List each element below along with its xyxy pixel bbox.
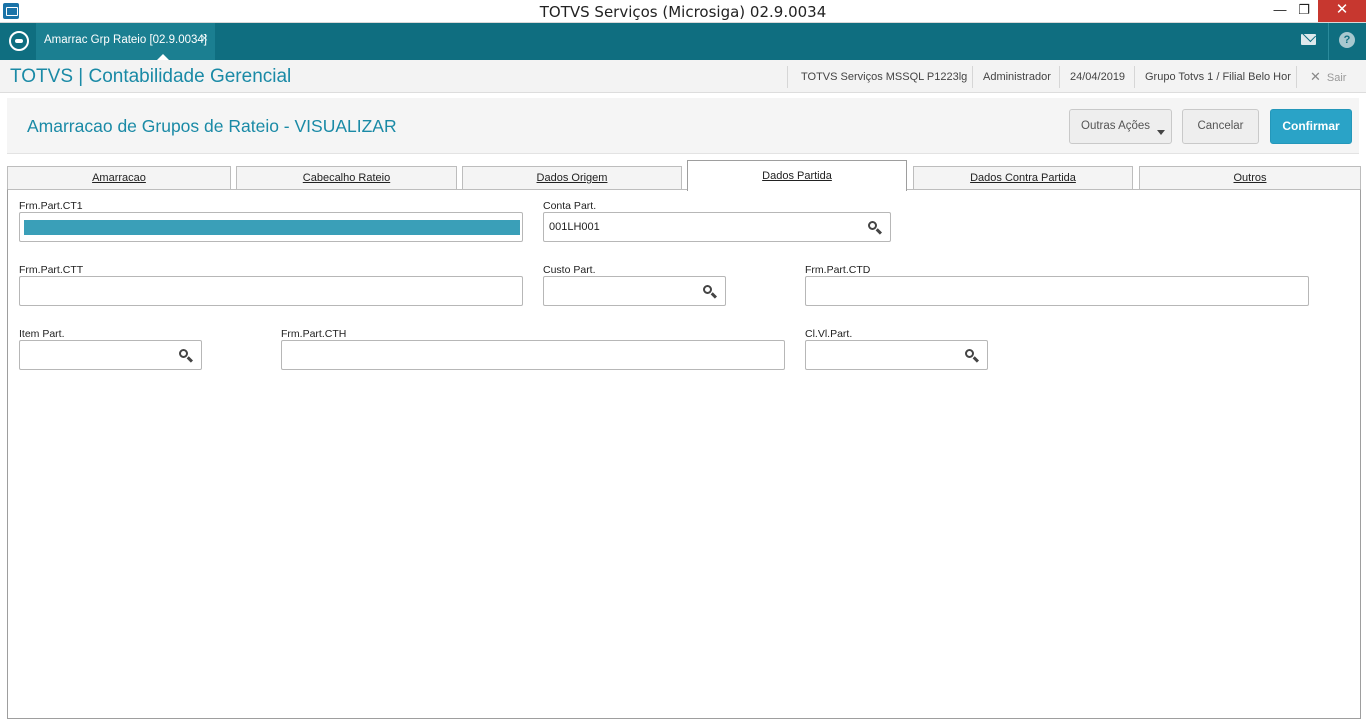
module-title: TOTVS | Contabilidade Gerencial xyxy=(10,66,292,87)
tab-amarracao[interactable]: Amarracao xyxy=(7,166,231,190)
date-info: 24/04/2019 xyxy=(1070,71,1126,83)
more-actions-button[interactable]: Outras Ações xyxy=(1069,109,1172,144)
tab-dados-contra-partida[interactable]: Dados Contra Partida xyxy=(913,166,1133,190)
page-header: Amarracao de Grupos de Rateio - VISUALIZ… xyxy=(7,98,1359,154)
divider xyxy=(1134,66,1135,88)
frm-part-ctd-field[interactable] xyxy=(805,276,1309,306)
search-icon[interactable] xyxy=(965,349,980,363)
frm-part-cth-field[interactable] xyxy=(281,340,785,370)
frm-part-ctt-label: Frm.Part.CTT xyxy=(19,264,84,276)
search-icon[interactable] xyxy=(868,221,883,235)
branch-info: Grupo Totvs 1 / Filial Belo Hor xyxy=(1145,71,1291,83)
frm-part-ctd-label: Frm.Part.CTD xyxy=(805,264,871,276)
search-icon[interactable] xyxy=(703,285,718,299)
window-title: TOTVS Serviços (Microsiga) 02.9.0034 xyxy=(539,3,827,21)
folder-tabs: Amarracao Cabecalho Rateio Dados Origem … xyxy=(7,160,1361,191)
app-bar: Amarrac Grp Rateio [02.9.0034] × ? xyxy=(0,23,1366,60)
frm-part-ct1-label: Frm.Part.CT1 xyxy=(19,200,83,212)
divider xyxy=(972,66,973,88)
item-part-field[interactable] xyxy=(19,340,202,370)
close-window-button[interactable]: ✕ xyxy=(1318,0,1366,22)
tab-amarrac-grp-rateio[interactable]: Amarrac Grp Rateio [02.9.0034] × xyxy=(36,23,215,60)
close-icon: ✕ xyxy=(1310,69,1321,84)
frm-part-cth-label: Frm.Part.CTH xyxy=(281,328,347,340)
search-icon[interactable] xyxy=(179,349,194,363)
exit-button[interactable]: ✕ Sair xyxy=(1310,69,1346,85)
caret-down-icon xyxy=(1157,130,1165,135)
tab-content-panel xyxy=(7,189,1361,719)
module-header: TOTVS | Contabilidade Gerencial TOTVS Se… xyxy=(0,60,1366,93)
frm-part-ct1-field[interactable] xyxy=(19,212,523,242)
tab-dados-origem[interactable]: Dados Origem xyxy=(462,166,682,190)
tab-close-icon[interactable]: × xyxy=(201,31,208,45)
help-icon[interactable]: ? xyxy=(1339,32,1355,48)
mail-icon[interactable] xyxy=(1301,34,1316,45)
cl-vl-part-field[interactable] xyxy=(805,340,988,370)
custo-part-field[interactable] xyxy=(543,276,726,306)
conta-part-label: Conta Part. xyxy=(543,200,597,212)
maximize-button[interactable]: ❐ xyxy=(1290,0,1318,22)
conta-part-field[interactable]: 001LH001 xyxy=(543,212,891,242)
user-info: Administrador xyxy=(983,71,1051,83)
window-title-bar: TOTVS Serviços (Microsiga) 02.9.0034 — ❐… xyxy=(0,0,1366,23)
conta-part-value: 001LH001 xyxy=(549,221,600,233)
tab-outros[interactable]: Outros xyxy=(1139,166,1361,190)
exit-label: Sair xyxy=(1326,72,1347,84)
confirm-button[interactable]: Confirmar xyxy=(1270,109,1352,144)
divider xyxy=(787,66,788,88)
tab-dados-partida[interactable]: Dados Partida xyxy=(687,160,907,191)
more-actions-label: Outras Ações xyxy=(1081,120,1151,132)
tab-label: Amarrac Grp Rateio [02.9.0034] xyxy=(44,34,207,46)
frm-part-ctt-field[interactable] xyxy=(19,276,523,306)
tab-cabecalho-rateio[interactable]: Cabecalho Rateio xyxy=(236,166,457,190)
divider xyxy=(1296,66,1297,88)
totvs-logo-icon[interactable] xyxy=(9,31,29,51)
item-part-label: Item Part. xyxy=(19,328,65,340)
cl-vl-part-label: Cl.Vl.Part. xyxy=(805,328,853,340)
page-title: Amarracao de Grupos de Rateio - VISUALIZ… xyxy=(27,116,397,136)
field-focus-highlight xyxy=(24,220,520,235)
custo-part-label: Custo Part. xyxy=(543,264,596,276)
environment-info: TOTVS Serviços MSSQL P1223lg xyxy=(801,71,968,83)
divider xyxy=(1328,23,1329,60)
divider xyxy=(1059,66,1060,88)
cancel-button[interactable]: Cancelar xyxy=(1182,109,1259,144)
